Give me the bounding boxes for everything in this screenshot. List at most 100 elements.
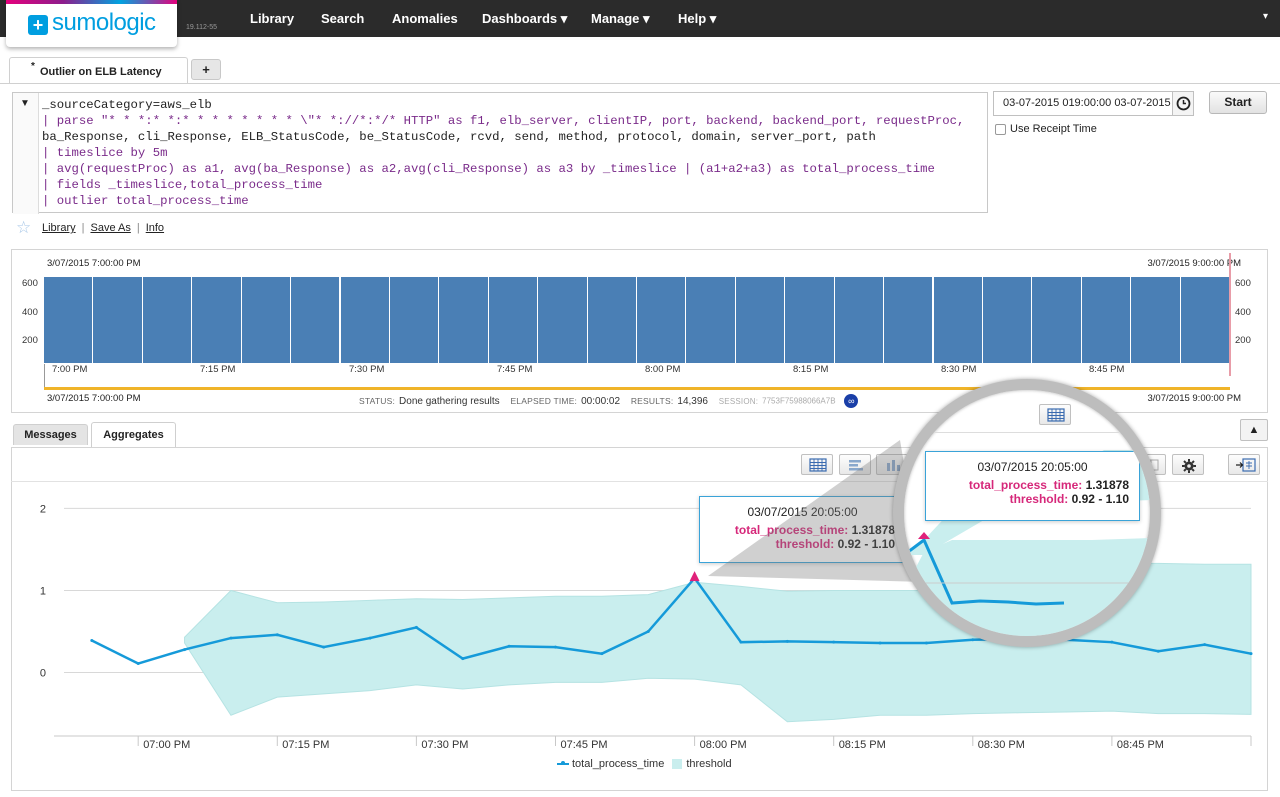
histogram-bar[interactable] — [44, 277, 93, 363]
histogram-bar[interactable] — [389, 277, 439, 363]
data-point — [832, 640, 836, 644]
legend-threshold-label[interactable]: threshold — [686, 758, 731, 770]
histogram-bar[interactable] — [291, 277, 340, 363]
data-point — [739, 640, 743, 644]
histogram-bar[interactable] — [982, 277, 1032, 363]
data-point — [553, 645, 557, 649]
histogram-bar[interactable] — [1131, 277, 1180, 363]
save-as-link[interactable]: Save As — [90, 222, 130, 234]
histogram-y-tick-right: 400 — [1235, 307, 1251, 318]
histogram-bar[interactable] — [192, 277, 241, 363]
histogram-range-handle-right[interactable] — [1229, 253, 1231, 376]
table-view-button[interactable] — [801, 454, 833, 475]
favorite-star-icon[interactable]: ☆ — [16, 218, 31, 238]
magnifier-lens: 03/07/2015 20:05:00 total_process_time: … — [893, 379, 1161, 647]
library-link[interactable]: Library — [42, 222, 76, 234]
histogram-bar[interactable] — [1180, 277, 1229, 363]
search-status: STATUS: Done gathering results ELAPSED TI… — [359, 394, 859, 408]
x-tick-label: 08:15 PM — [839, 739, 886, 751]
session-value: 7753F75988066A7B — [762, 396, 836, 406]
outlier-marker — [689, 571, 700, 582]
magnified-threshold-key: threshold: — [1009, 492, 1069, 506]
tab-messages[interactable]: Messages — [13, 424, 88, 445]
histogram-bar[interactable] — [538, 277, 587, 363]
nav-manage[interactable]: Manage ▾ — [591, 11, 650, 27]
data-point — [322, 645, 326, 649]
legend-series-label[interactable]: total_process_time — [572, 758, 664, 770]
histogram-bar[interactable] — [834, 277, 884, 363]
tooltip-threshold-value: 0.92 - 1.10 — [837, 537, 895, 551]
histogram-bar[interactable] — [241, 277, 291, 363]
y-tick-label: 0 — [40, 668, 46, 680]
histogram-bar[interactable] — [637, 277, 686, 363]
histogram-bar[interactable] — [735, 277, 785, 363]
magnified-threshold-value: 0.92 - 1.10 — [1071, 492, 1129, 506]
query-editor[interactable]: ▼ _sourceCategory=aws_elb | parse "* * *:… — [12, 92, 988, 214]
add-tab-button[interactable]: + — [191, 59, 221, 80]
histogram-bar[interactable] — [340, 277, 389, 363]
data-point — [646, 630, 650, 634]
chevron-down-icon[interactable]: ▾ — [1263, 11, 1268, 22]
x-tick-label: 08:45 PM — [1117, 739, 1164, 751]
data-point — [507, 644, 511, 648]
magnifier-content: 03/07/2015 20:05:00 total_process_time: … — [904, 390, 1150, 636]
histogram-bar[interactable] — [933, 277, 982, 363]
histogram-bar[interactable] — [93, 277, 142, 363]
add-to-dashboard-button[interactable] — [1228, 454, 1260, 475]
histogram-bar[interactable] — [884, 277, 933, 363]
results-label: RESULTS: — [630, 395, 674, 406]
query-text[interactable]: _sourceCategory=aws_elb | parse "* * *:* … — [42, 97, 964, 209]
nav-dashboards[interactable]: Dashboards ▾ — [482, 11, 567, 27]
nav-search[interactable]: Search — [321, 11, 364, 26]
bar-chart-button[interactable] — [839, 454, 871, 475]
tab-outlier-on-elb-latency[interactable]: * Outlier on ELB Latency — [9, 57, 188, 84]
histogram-bar[interactable] — [488, 277, 538, 363]
query-collapse-toggle[interactable]: ▼ — [13, 93, 39, 214]
top-nav-bar: Library Search Anomalies Dashboards ▾ Ma… — [0, 0, 1280, 37]
tab-label: Outlier on ELB Latency — [40, 66, 162, 78]
x-tick-label: 08:30 PM — [978, 739, 1025, 751]
info-link[interactable]: Info — [146, 222, 164, 234]
results-value: 14,396 — [677, 395, 708, 407]
nav-help[interactable]: Help ▾ — [678, 11, 716, 27]
version-label: 19.112-55 — [186, 24, 218, 31]
collapse-up-button[interactable]: ▲ — [1240, 419, 1268, 441]
add-to-dashboard-icon — [1236, 458, 1256, 472]
data-point — [275, 633, 279, 637]
histogram-x-tick: 7:30 PM — [349, 364, 385, 375]
nav-anomalies[interactable]: Anomalies — [392, 11, 458, 26]
histogram-range-handle-left[interactable] — [44, 364, 45, 388]
settings-button[interactable] — [1172, 454, 1204, 475]
elapsed-value: 00:00:02 — [581, 395, 621, 407]
tooltip-series-value: 1.31878 — [851, 523, 895, 537]
histogram-range-end: 3/07/2015 9:00:00 PM — [1147, 393, 1242, 404]
logo[interactable]: + sumologic — [6, 0, 177, 47]
histogram-bar[interactable] — [439, 277, 488, 363]
histogram-bar[interactable] — [785, 277, 834, 363]
histogram-bar[interactable] — [686, 277, 735, 363]
histogram-y-tick: 400 — [22, 307, 38, 318]
query-line: | timeslice by 5m — [42, 146, 168, 160]
use-receipt-time-checkbox[interactable] — [995, 124, 1006, 135]
histogram-bars[interactable] — [44, 277, 1230, 363]
x-tick-label: 07:45 PM — [560, 739, 607, 751]
data-point — [1249, 652, 1253, 656]
histogram-end-time: 3/07/2015 9:00:00 PM — [1147, 258, 1242, 269]
time-picker-button[interactable] — [1172, 91, 1194, 116]
elapsed-label: ELAPSED TIME: — [510, 395, 578, 406]
histogram-bar[interactable] — [587, 277, 636, 363]
histogram-bar[interactable] — [142, 277, 192, 363]
share-link-icon[interactable]: ∞ — [844, 394, 859, 408]
histogram-bar[interactable] — [1032, 277, 1081, 363]
data-point — [368, 636, 372, 640]
start-button[interactable]: Start — [1209, 91, 1267, 114]
tab-aggregates[interactable]: Aggregates — [91, 422, 176, 448]
nav-library[interactable]: Library — [250, 11, 294, 26]
histogram-bar[interactable] — [1081, 277, 1131, 363]
chart-legend[interactable]: total_process_time threshold — [557, 758, 732, 770]
time-range-input[interactable]: 03-07-2015 019:00:00 03-07-2015 021:00:0… — [993, 91, 1173, 116]
tab-divider — [0, 83, 1280, 84]
tooltip-threshold-key: threshold: — [775, 537, 835, 551]
status-value: Done gathering results — [399, 395, 500, 407]
magnified-series-value: 1.31878 — [1085, 478, 1129, 492]
